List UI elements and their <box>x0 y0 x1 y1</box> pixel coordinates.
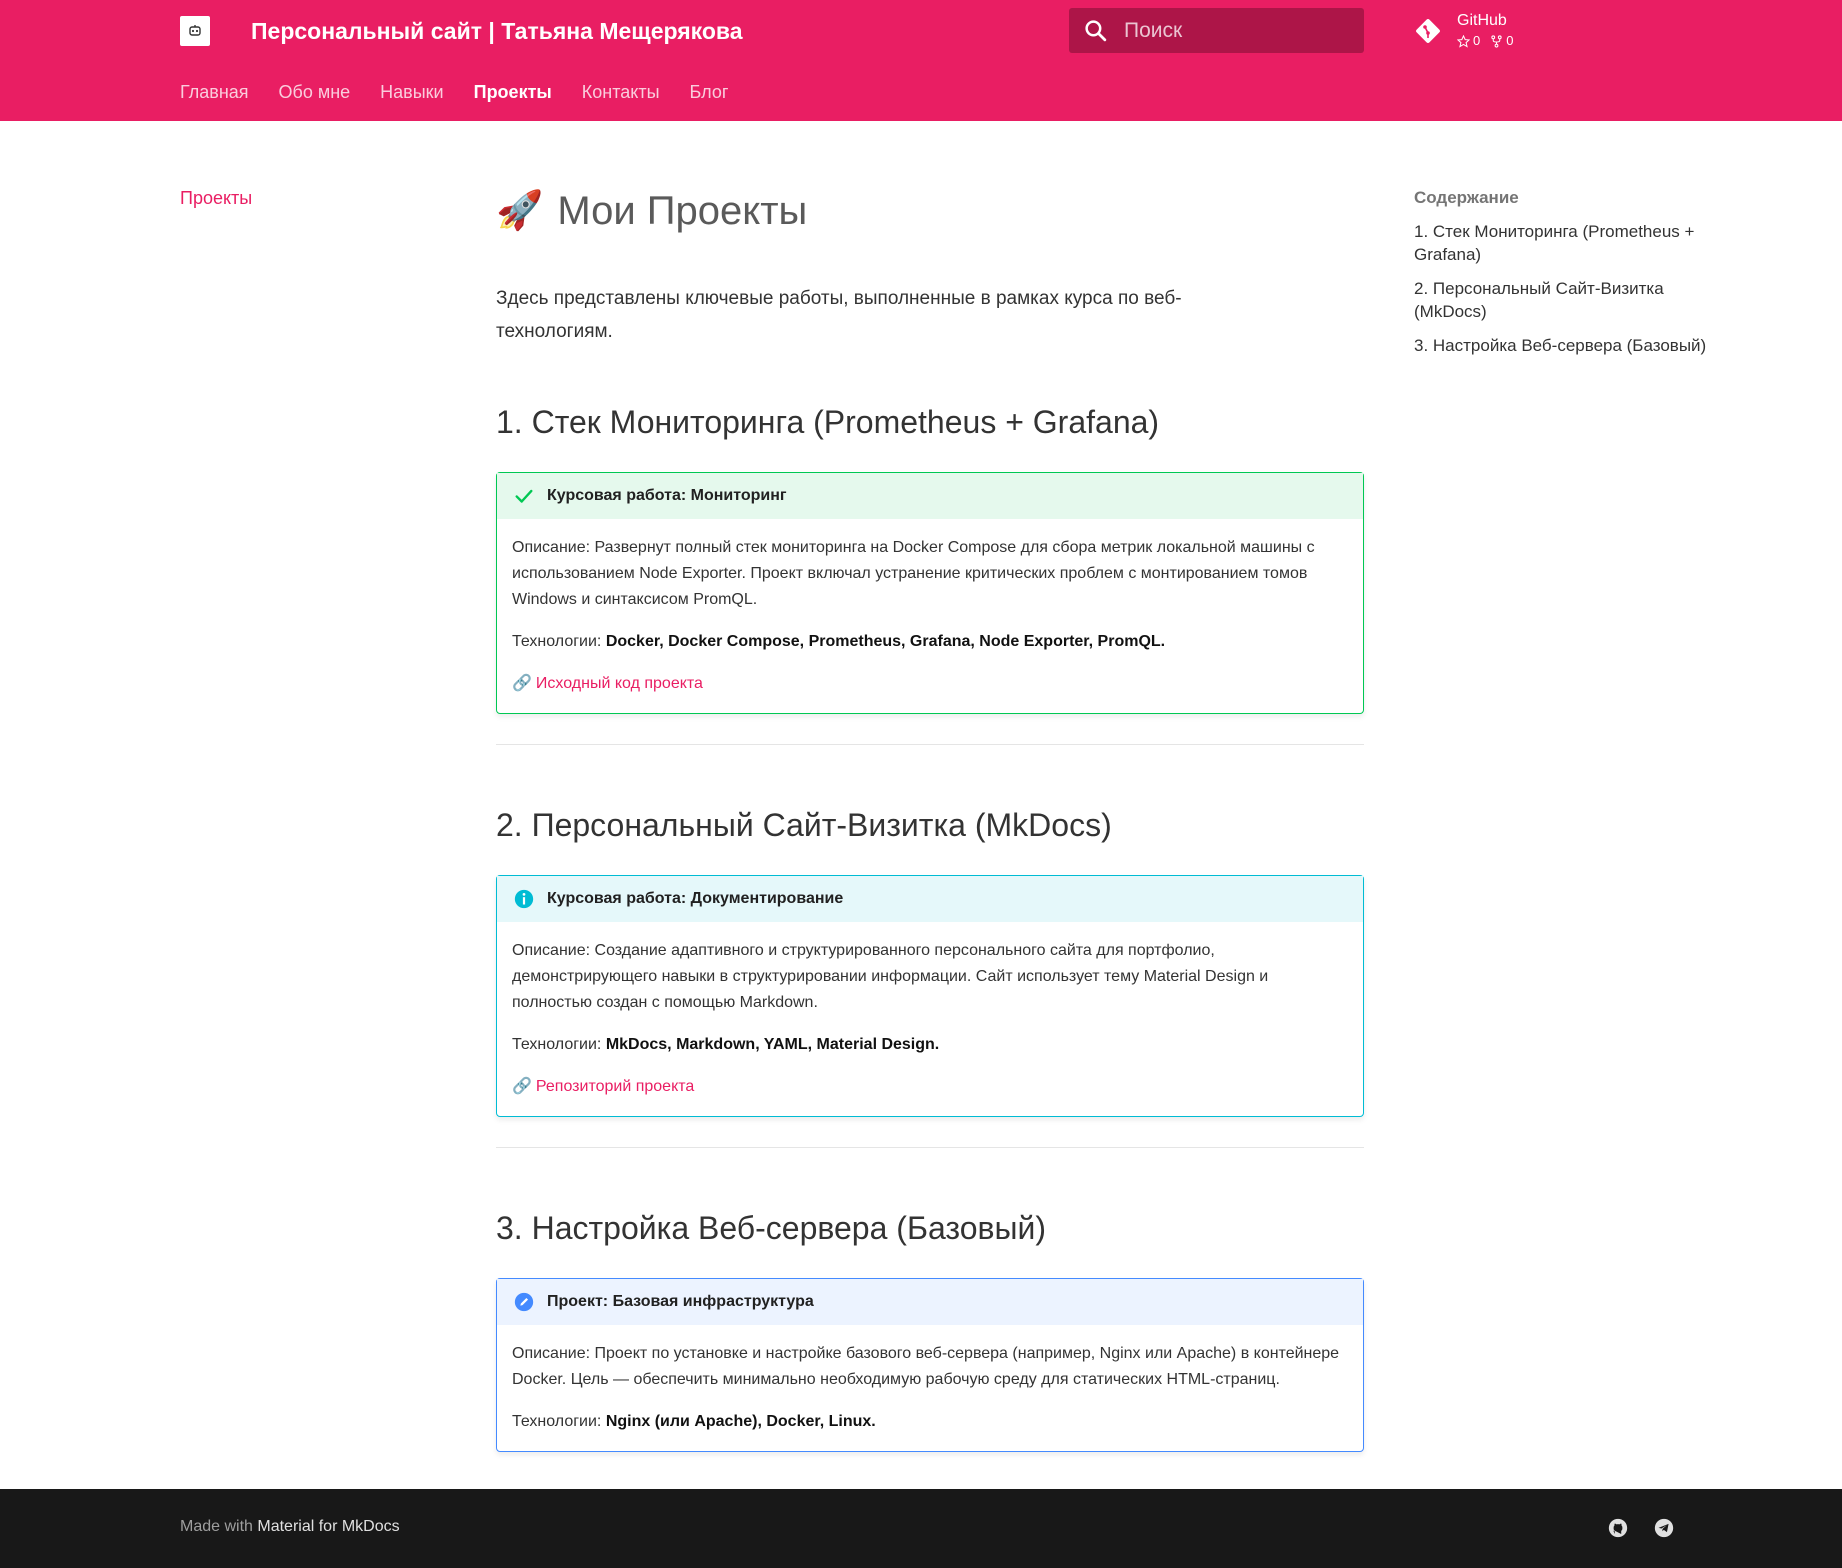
search-input[interactable] <box>1124 8 1354 53</box>
admonition-title: Курсовая работа: Документирование <box>497 876 1363 922</box>
main-content: 🚀 Мои Проекты Здесь представлены ключевы… <box>496 180 1364 1482</box>
tab-skills[interactable]: Навыки <box>380 80 443 104</box>
rocket-icon: 🚀 <box>496 190 544 232</box>
link-icon: 🔗 <box>512 675 532 692</box>
repo-forks: 0 <box>1490 32 1513 50</box>
search-icon <box>1085 20 1107 42</box>
admonition-success: Курсовая работа: Мониторинг Описание: Ра… <box>496 472 1364 714</box>
repo-stars-count: 0 <box>1473 33 1481 48</box>
tech-list: Docker, Docker Compose, Prometheus, Graf… <box>605 633 1166 650</box>
made-with-text: Made with <box>180 1518 253 1535</box>
site-header: Персональный сайт | Татьяна Мещерякова G… <box>0 0 1842 121</box>
pencil-icon <box>514 1292 534 1312</box>
admonition-body: Описание: Развернут полный стек монитори… <box>497 519 1363 713</box>
site-logo[interactable] <box>180 16 210 46</box>
admonition-info: Курсовая работа: Документирование Описан… <box>496 875 1364 1117</box>
sidebar-item-projects[interactable]: Проекты <box>180 188 252 209</box>
repo-facts: 0 0 <box>1457 32 1513 50</box>
project-tech: Технологии: MkDocs, Markdown, YAML, Mate… <box>512 1032 1347 1058</box>
project-description: Описание: Развернут полный стек монитори… <box>512 539 1315 608</box>
site-title[interactable]: Персональный сайт | Татьяна Мещерякова <box>251 16 743 46</box>
tab-home[interactable]: Главная <box>180 80 249 104</box>
page-title-text: Мои Проекты <box>557 188 808 233</box>
repository-link-text: Репозиторий проекта <box>535 1078 695 1095</box>
repo-stars: 0 <box>1457 32 1480 50</box>
source-code-link-text: Исходный код проекта <box>535 675 703 692</box>
theme-link[interactable]: Material for MkDocs <box>257 1518 399 1535</box>
project-description: Описание: Создание адаптивного и структу… <box>512 942 1269 1011</box>
github-icon[interactable] <box>1607 1517 1629 1539</box>
repo-link[interactable]: GitHub 0 0 <box>1413 12 1513 50</box>
section-heading-website: 2. Персональный Сайт-Визитка (MkDocs) <box>496 807 1112 843</box>
tech-label: Технологии: <box>512 633 606 650</box>
repo-name: GitHub <box>1457 12 1507 29</box>
tech-label: Технологии: <box>512 1413 606 1430</box>
toc-title: Содержание <box>1414 188 1519 207</box>
toc-item-website[interactable]: 2. Персональный Сайт-Визитка (MkDocs) <box>1414 277 1714 323</box>
divider <box>496 1147 1364 1148</box>
repository-link[interactable]: 🔗 Репозиторий проекта <box>512 1074 694 1100</box>
search-box[interactable] <box>1069 8 1364 53</box>
tab-contacts[interactable]: Контакты <box>582 80 660 104</box>
footer-credits: Made with Material for MkDocs <box>180 1518 400 1536</box>
section-heading-webserver: 3. Настройка Веб-сервера (Базовый) <box>496 1210 1047 1246</box>
source-code-link[interactable]: 🔗 Исходный код проекта <box>512 671 703 697</box>
git-icon <box>1416 19 1440 43</box>
admonition-title-text: Курсовая работа: Мониторинг <box>547 487 787 504</box>
page-title: 🚀 Мои Проекты <box>496 180 1364 242</box>
admonition-body: Описание: Создание адаптивного и структу… <box>497 922 1363 1116</box>
nav-tabs: Главная Обо мне Навыки Проекты Контакты … <box>180 80 758 104</box>
admonition-note: Проект: Базовая инфраструктура Описание:… <box>496 1278 1364 1452</box>
site-footer: Made with Material for MkDocs <box>0 1489 1842 1568</box>
check-icon <box>515 489 533 503</box>
logo-icon <box>189 25 201 36</box>
intro-text: Здесь представлены ключевые работы, выпо… <box>496 288 1182 342</box>
project-tech: Технологии: Docker, Docker Compose, Prom… <box>512 629 1347 655</box>
toc-item-monitoring[interactable]: 1. Стек Мониторинга (Prometheus + Grafan… <box>1414 220 1714 266</box>
tab-blog[interactable]: Блог <box>690 80 729 104</box>
tech-list: Nginx (или Apache), Docker, Linux. <box>605 1413 876 1430</box>
link-icon: 🔗 <box>512 1078 532 1095</box>
tech-label: Технологии: <box>512 1036 606 1053</box>
info-icon <box>514 889 534 909</box>
admonition-title: Проект: Базовая инфраструктура <box>497 1279 1363 1325</box>
divider <box>496 744 1364 745</box>
table-of-contents: Содержание 1. Стек Мониторинга (Promethe… <box>1414 188 1714 368</box>
tech-list: MkDocs, Markdown, YAML, Material Design. <box>605 1036 940 1053</box>
toc-item-webserver[interactable]: 3. Настройка Веб-сервера (Базовый) <box>1414 334 1714 357</box>
admonition-title: Курсовая работа: Мониторинг <box>497 473 1363 519</box>
telegram-icon[interactable] <box>1653 1517 1675 1539</box>
tab-about[interactable]: Обо мне <box>279 80 351 104</box>
admonition-title-text: Курсовая работа: Документирование <box>547 890 844 907</box>
section-heading-monitoring: 1. Стек Мониторинга (Prometheus + Grafan… <box>496 404 1160 440</box>
project-description: Описание: Проект по установке и настройк… <box>512 1345 1340 1388</box>
project-tech: Технологии: Nginx (или Apache), Docker, … <box>512 1409 1347 1435</box>
admonition-title-text: Проект: Базовая инфраструктура <box>547 1293 814 1310</box>
star-icon <box>1457 34 1470 48</box>
repo-forks-count: 0 <box>1506 33 1514 48</box>
tab-projects[interactable]: Проекты <box>474 80 552 104</box>
fork-icon <box>1491 34 1502 48</box>
admonition-body: Описание: Проект по установке и настройк… <box>497 1325 1363 1451</box>
